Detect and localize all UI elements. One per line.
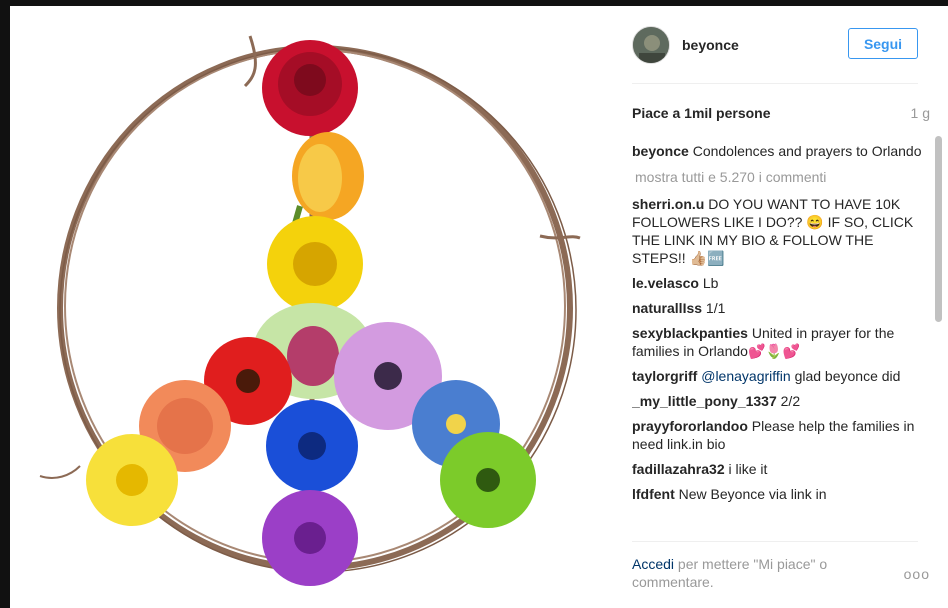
comment-item: sherri.on.u DO YOU WANT TO HAVE 10K FOLL…: [632, 195, 926, 267]
caption-text: Condolences and prayers to Orlando: [692, 143, 922, 159]
post-modal: beyonce Segui Piace a 1mil persone 1 g b…: [10, 6, 948, 608]
comment-item: prayyfororlandoo Please help the familie…: [632, 417, 926, 453]
comment-text: 1/1: [705, 300, 726, 316]
post-header: beyonce Segui: [632, 24, 918, 70]
comment-author[interactable]: sherri.on.u: [632, 196, 704, 212]
comment-item: _my_little_pony_1337 2/2: [632, 392, 926, 410]
comment-author[interactable]: sexyblackpanties: [632, 325, 748, 341]
comment-item: sexyblackpanties United in prayer for th…: [632, 324, 926, 360]
post-side-panel: beyonce Segui Piace a 1mil persone 1 g b…: [608, 6, 948, 608]
peace-sign-flowers-image: [39, 35, 581, 586]
divider: [632, 541, 918, 542]
follow-button[interactable]: Segui: [848, 28, 918, 59]
comment-text: New Beyonce via link in: [678, 486, 827, 502]
post-time[interactable]: 1 g: [911, 105, 930, 121]
comment-item: fadillazahra32 i like it: [632, 460, 926, 478]
divider: [632, 83, 918, 84]
comment-author[interactable]: naturallIss: [632, 300, 702, 316]
comment-item: naturallIss 1/1: [632, 299, 926, 317]
comment-item: taylorgriff @lenayagriffin glad beyonce …: [632, 367, 926, 385]
comment-item: le.velasco Lb: [632, 274, 926, 292]
comment-author[interactable]: taylorgriff: [632, 368, 697, 384]
login-prompt: Accedi per mettere "Mi piace" o commenta…: [632, 555, 862, 591]
caption-author[interactable]: beyonce: [632, 143, 689, 159]
show-all-comments-link[interactable]: mostra tutti e 5.270 i commenti: [635, 168, 926, 186]
likes-count[interactable]: Piace a 1mil persone: [632, 105, 771, 121]
comment-list: beyonce Condolences and prayers to Orlan…: [632, 142, 926, 535]
comment-text: Lb: [702, 275, 719, 291]
comment-author[interactable]: lfdfent: [632, 486, 675, 502]
comments-scrollbar[interactable]: [935, 136, 942, 322]
comment-text: i like it: [728, 461, 768, 477]
avatar-image: [633, 27, 669, 63]
comment-author[interactable]: fadillazahra32: [632, 461, 725, 477]
login-link[interactable]: Accedi: [632, 556, 674, 572]
comment-author[interactable]: prayyfororlandoo: [632, 418, 748, 434]
username-link[interactable]: beyonce: [682, 37, 739, 53]
comment-item: lfdfent New Beyonce via link in: [632, 485, 926, 503]
comment-author[interactable]: le.velasco: [632, 275, 699, 291]
avatar[interactable]: [632, 26, 670, 64]
more-options-icon[interactable]: ooo: [904, 566, 930, 582]
comment-author[interactable]: _my_little_pony_1337: [632, 393, 777, 409]
comment-text: 2/2: [780, 393, 801, 409]
caption: beyonce Condolences and prayers to Orlan…: [632, 142, 926, 160]
comment-text: glad beyonce did: [794, 368, 901, 384]
post-photo[interactable]: [10, 6, 608, 608]
comment-mention[interactable]: @lenayagriffin: [701, 368, 790, 384]
